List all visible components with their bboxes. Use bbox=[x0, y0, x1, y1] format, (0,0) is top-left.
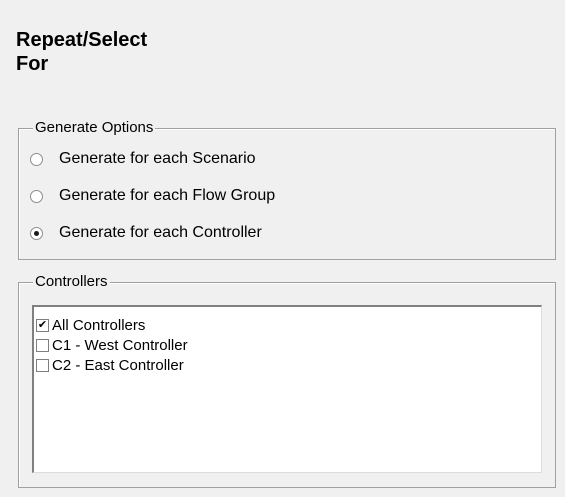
radio-label: Generate for each Flow Group bbox=[59, 187, 276, 204]
list-item-label: All Controllers bbox=[52, 316, 146, 334]
title-line-1: Repeat/Select bbox=[16, 29, 148, 51]
list-item-label: C2 - East Controller bbox=[52, 356, 184, 374]
radio-generate-controller[interactable]: Generate for each Controller bbox=[30, 224, 262, 242]
radio-generate-scenario[interactable]: Generate for each Scenario bbox=[30, 150, 256, 168]
radio-button-selected-icon[interactable] bbox=[30, 226, 43, 240]
checkbox-icon[interactable] bbox=[36, 358, 49, 372]
list-item-label: C1 - West Controller bbox=[52, 336, 188, 354]
list-item-c2-east[interactable]: C2 - East Controller bbox=[34, 355, 541, 375]
repeat-select-panel: Repeat/Select For Generate Options Gener… bbox=[0, 0, 565, 497]
generate-options-label: Generate Options bbox=[33, 119, 156, 137]
controllers-listbox[interactable]: All Controllers C1 - West Controller C2 … bbox=[32, 305, 542, 473]
radio-label: Generate for each Controller bbox=[59, 224, 262, 241]
controllers-label: Controllers bbox=[33, 273, 110, 291]
page-title: Repeat/Select For bbox=[16, 28, 316, 76]
checkbox-checked-icon[interactable] bbox=[36, 318, 49, 332]
radio-generate-flow-group[interactable]: Generate for each Flow Group bbox=[30, 187, 275, 205]
radio-label: Generate for each Scenario bbox=[59, 150, 256, 167]
title-line-2: For bbox=[16, 53, 49, 75]
radio-button-icon[interactable] bbox=[30, 189, 43, 203]
list-item-c1-west[interactable]: C1 - West Controller bbox=[34, 335, 541, 355]
checkbox-icon[interactable] bbox=[36, 338, 49, 352]
list-item-all-controllers[interactable]: All Controllers bbox=[34, 315, 541, 335]
radio-button-icon[interactable] bbox=[30, 152, 43, 166]
